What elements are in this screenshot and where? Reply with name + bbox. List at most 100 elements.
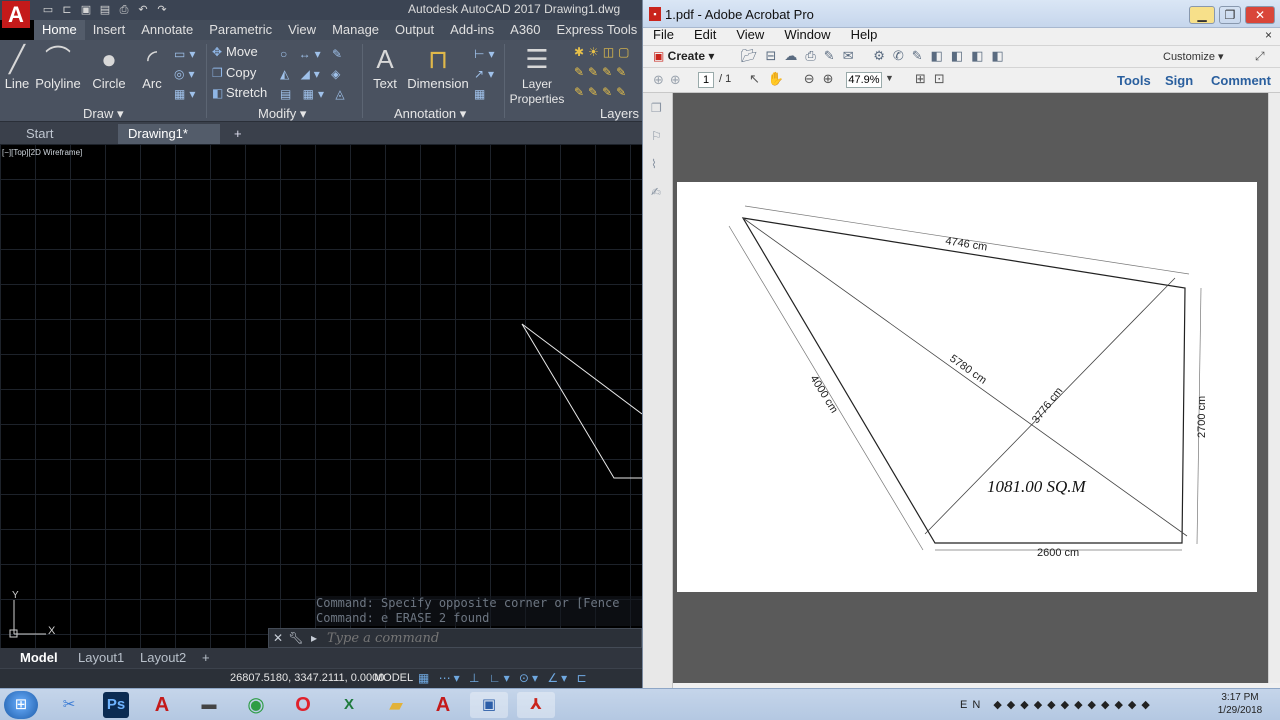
stretch-button[interactable]: ◧ Stretch xyxy=(212,85,267,100)
line-icon: ╱ xyxy=(9,44,25,74)
page-thumbnails-icon[interactable]: ❐ xyxy=(651,101,665,115)
vertical-scrollbar[interactable] xyxy=(1268,93,1280,683)
acrobat-icon[interactable]: ⅄ xyxy=(517,692,555,718)
photo-viewer-icon[interactable]: ✂ xyxy=(50,692,88,718)
zoom-dropdown-icon[interactable]: ▼ xyxy=(885,73,894,83)
line-button[interactable]: ╱ Line xyxy=(2,42,32,91)
tools-link[interactable]: Tools xyxy=(1117,73,1151,88)
tab-annotate[interactable]: Annotate xyxy=(133,20,201,40)
layers-panel-label[interactable]: Layers xyxy=(600,106,639,121)
copy-button[interactable]: ❐ Copy xyxy=(212,65,256,80)
annotation-extra-icons[interactable]: ⊢▾ ↗▾ ▦ xyxy=(474,44,498,104)
draw-extra-icons[interactable]: ▭▾ ◎▾ ▦▾ xyxy=(174,44,202,104)
page-number-input[interactable]: 1 xyxy=(698,72,714,88)
menu-window[interactable]: Window xyxy=(774,28,840,44)
text-icon: A xyxy=(376,44,394,74)
circle-button[interactable]: ● Circle xyxy=(90,42,128,91)
tab-parametric[interactable]: Parametric xyxy=(201,20,280,40)
fit-page-icons[interactable]: ⊞⊡ xyxy=(915,71,953,87)
menu-help[interactable]: Help xyxy=(841,28,888,44)
status-toggle-icons[interactable]: ▦ ⋯▾ ⊥ ∟▾ ⊙▾ ∠▾ ⊏ xyxy=(418,671,590,685)
layers-extra-icons[interactable]: ✱☀◫▢ ✎✎✎✎ ✎✎✎✎ xyxy=(574,42,634,102)
attachments-icon[interactable]: ⌇ xyxy=(651,157,665,171)
maximize-icon[interactable]: ❐ xyxy=(1219,6,1241,24)
close-icon[interactable]: ✕ xyxy=(269,631,287,645)
bookmarks-icon[interactable]: ⚐ xyxy=(651,129,665,143)
redo-icon[interactable]: ↷ xyxy=(154,2,170,18)
opera-icon[interactable]: O xyxy=(284,692,322,718)
customize-button[interactable]: Customize ▾ xyxy=(1163,50,1224,63)
start-button[interactable]: ⊞ xyxy=(4,691,38,719)
tab-express-tools[interactable]: Express Tools xyxy=(549,20,642,40)
signatures-icon[interactable]: ✍ xyxy=(651,185,665,199)
drawing-viewport[interactable]: [−][Top][2D Wireframe] Y X xyxy=(0,144,642,648)
create-button[interactable]: ▣ Create ▾ xyxy=(653,49,714,63)
tab-layout1[interactable]: Layout1 xyxy=(78,650,124,665)
chrome-icon[interactable]: ◉ xyxy=(237,692,275,718)
save-icon[interactable]: ▣ xyxy=(78,2,94,18)
wrench-icon[interactable]: 🔧︎ xyxy=(287,631,305,645)
menu-view[interactable]: View xyxy=(726,28,774,44)
text-button[interactable]: A Text xyxy=(368,42,402,91)
zoom-input[interactable]: 47.9% xyxy=(846,72,882,88)
autocad-icon[interactable]: A xyxy=(424,692,462,718)
tab-drawing1[interactable]: Drawing1* × xyxy=(118,124,220,161)
polyline-label: Polyline xyxy=(35,76,81,91)
drawn-line[interactable] xyxy=(521,323,642,415)
new-icon[interactable]: ▭ xyxy=(40,2,56,18)
autocad-app-menu-button[interactable]: A xyxy=(2,1,30,28)
layer-properties-button[interactable]: ☰ Layer Properties xyxy=(504,42,570,106)
menu-edit[interactable]: Edit xyxy=(684,28,726,44)
media-icon[interactable]: ▣ xyxy=(470,692,508,718)
modify-extra-icons[interactable]: ○ ↔▾ ✎ ◭ ◢▾ ◈ ▤ ▦▾ ◬ xyxy=(280,44,349,104)
model-space-button[interactable]: MODEL xyxy=(374,672,413,684)
tab-layout2[interactable]: Layout2 xyxy=(140,650,186,665)
add-layout-icon[interactable]: + xyxy=(202,650,210,665)
excel-icon[interactable]: X xyxy=(330,692,368,718)
arc-button[interactable]: ◜ Arc xyxy=(138,42,166,91)
tab-home[interactable]: Home xyxy=(34,20,85,40)
window-icon[interactable]: ▬ xyxy=(190,692,228,718)
sign-link[interactable]: Sign xyxy=(1165,73,1193,88)
tab-add-ins[interactable]: Add-ins xyxy=(442,20,502,40)
tab-output[interactable]: Output xyxy=(387,20,442,40)
tab-start[interactable]: Start xyxy=(16,124,63,144)
annotation-panel-label[interactable]: Annotation ▾ xyxy=(394,106,466,122)
document-area[interactable]: 4746 cm 4000 cm 5780 cm 3776 cm 2700 cm … xyxy=(673,93,1269,683)
language-indicator[interactable]: EN xyxy=(960,699,985,711)
menu-file[interactable]: File xyxy=(643,28,684,44)
photoshop-icon[interactable]: Ps xyxy=(103,692,129,718)
minimize-icon[interactable]: ▁ xyxy=(1189,6,1215,24)
undo-icon[interactable]: ↶ xyxy=(135,2,151,18)
coordinates-readout[interactable]: 26807.5180, 3347.2111, 0.0000 xyxy=(230,672,384,684)
tab-model[interactable]: Model xyxy=(20,650,58,665)
clock[interactable]: 3:17 PM 1/29/2018 xyxy=(1210,691,1270,717)
tab-insert[interactable]: Insert xyxy=(85,20,134,40)
draw-panel-label[interactable]: Draw ▾ xyxy=(83,106,123,122)
system-tray[interactable]: EN ◆◆◆◆◆◆◆◆◆◆◆◆ xyxy=(960,698,1155,711)
tab-a360[interactable]: A360 xyxy=(502,20,548,40)
stretch-label: Stretch xyxy=(226,85,268,100)
open-icon[interactable]: ⊏ xyxy=(59,2,75,18)
comment-link[interactable]: Comment xyxy=(1211,73,1271,88)
close-document-icon[interactable]: × xyxy=(1265,28,1272,42)
expand-icon[interactable]: ⤢ xyxy=(1255,49,1265,64)
add-tab-icon[interactable]: + xyxy=(224,124,252,144)
explorer-icon[interactable]: ▰ xyxy=(377,692,415,718)
autocad-icon[interactable]: A xyxy=(143,692,181,718)
modify-panel-label[interactable]: Modify ▾ xyxy=(258,106,306,122)
tab-view[interactable]: View xyxy=(280,20,324,40)
dimension-button[interactable]: ⊓ Dimension xyxy=(406,42,470,91)
prompt-icon[interactable]: ▸ xyxy=(305,631,323,645)
print-icon[interactable]: ⎙ xyxy=(116,2,132,18)
close-window-icon[interactable]: ✕ xyxy=(1245,6,1275,24)
polyline-button[interactable]: ⌒ Polyline xyxy=(34,42,82,91)
page-nav-icons[interactable]: ⊕⊕ xyxy=(653,72,687,88)
tab-manage[interactable]: Manage xyxy=(324,20,387,40)
save-as-icon[interactable]: ▤ xyxy=(97,2,113,18)
command-input[interactable] xyxy=(323,630,603,646)
autocad-window: ▭ ⊏ ▣ ▤ ⎙ ↶ ↷ Autodesk AutoCAD 2017 Draw… xyxy=(0,0,642,688)
toolbar-icons[interactable]: 📂︎⊟☁⎙✎✉ ⚙✆✎◧◧◧◧ xyxy=(741,48,1012,64)
move-button[interactable]: ✥ Move xyxy=(212,44,258,59)
select-hand-zoom-icons[interactable]: ↖✋ ⊖⊕ xyxy=(749,71,841,87)
